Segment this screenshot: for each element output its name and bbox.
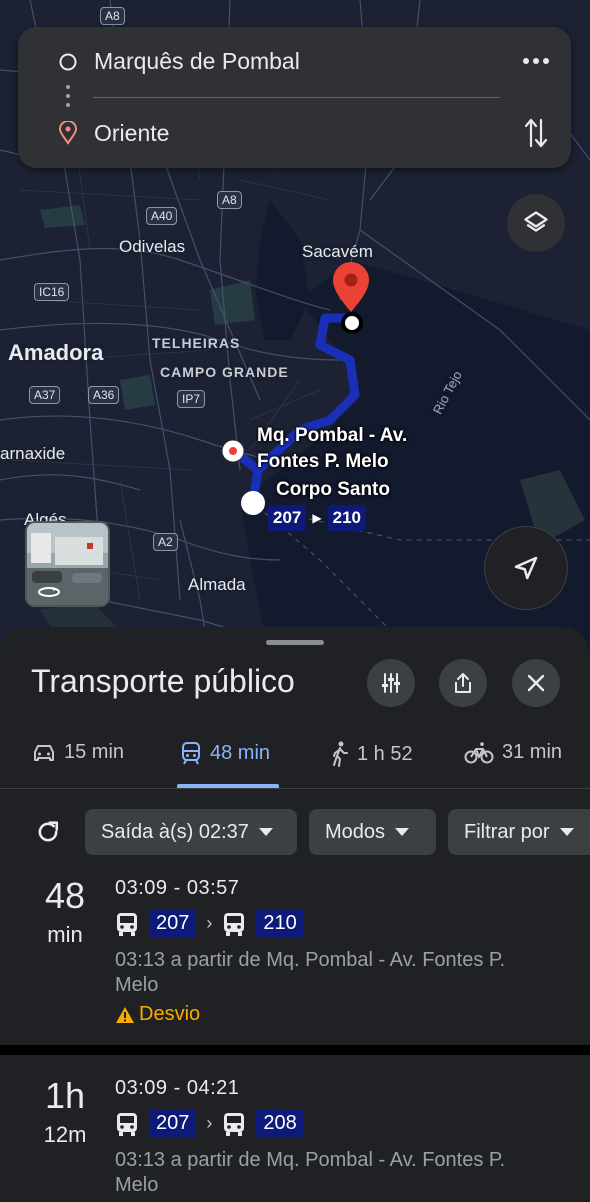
place-label: CAMPO GRANDE	[160, 364, 289, 380]
tab-transit[interactable]: 48 min	[180, 741, 270, 765]
navigation-arrow-icon	[514, 556, 538, 580]
sheet-title: Transporte público	[31, 663, 295, 699]
layers-button[interactable]	[507, 194, 565, 252]
road-shield-a36: A36	[88, 386, 120, 404]
bus-icon	[224, 912, 245, 936]
route-legs: 207 › 208	[115, 1109, 304, 1138]
drag-handle[interactable]	[266, 640, 324, 645]
caret-down-icon	[395, 828, 410, 836]
field-divider	[93, 97, 500, 98]
departure-time-chip[interactable]: Saída à(s) 02:37	[85, 809, 297, 855]
more-options-icon[interactable]	[522, 57, 550, 65]
directions-search-card: Marquês de Pombal Oriente	[18, 27, 571, 168]
start-navigation-button[interactable]	[484, 526, 568, 610]
warning-icon	[116, 1006, 134, 1023]
place-label: Almada	[188, 575, 246, 594]
departure-detail: 03:13 a partir de Mq. Pombal - Av. Fonte…	[115, 949, 506, 996]
bus-route-badge: 208	[256, 1109, 304, 1138]
route-chip: 207 ▶ 210	[268, 505, 366, 531]
layers-icon	[524, 211, 548, 232]
route-number: 210	[327, 505, 366, 531]
tab-label: 31 min	[502, 741, 563, 763]
bus-route-badge: 210	[256, 909, 304, 938]
refresh-icon[interactable]	[34, 818, 62, 846]
road-shield-ic16: IC16	[34, 283, 70, 301]
bus-icon	[224, 1112, 245, 1136]
road-shield-a8: A8	[100, 7, 125, 25]
duration-value: 48	[44, 875, 86, 916]
bottom-sheet: Transporte público 15 min 48 min 1 h 52 …	[0, 627, 590, 1202]
route-legs: 207 › 210	[115, 909, 304, 938]
route-option[interactable]: 48 min 03:09 - 03:57 207 › 210 03:13 a p…	[0, 867, 590, 1045]
tab-label: 15 min	[64, 741, 125, 763]
triangle-right-icon: ▶	[312, 511, 322, 525]
road-shield-a37: A37	[29, 386, 61, 404]
share-icon	[455, 673, 471, 693]
share-button[interactable]	[439, 659, 487, 707]
chevron-right-icon: ›	[206, 1113, 213, 1133]
walk-icon	[333, 741, 348, 767]
bus-icon	[117, 912, 137, 936]
modes-chip[interactable]: Modos	[309, 809, 436, 855]
duration-unit: min	[47, 922, 83, 947]
tune-icon	[382, 673, 400, 693]
tab-driving[interactable]: 15 min	[32, 741, 124, 764]
start-stop-line2: Fontes P. Melo	[257, 451, 389, 472]
origin-circle-icon	[59, 53, 77, 71]
destination-pin-icon	[58, 121, 78, 145]
place-label: Sacavém	[302, 242, 373, 261]
swap-icon[interactable]	[523, 116, 549, 150]
destination-input[interactable]: Oriente	[94, 120, 169, 147]
duration-unit: 12m	[43, 1122, 87, 1147]
time-range: 03:09 - 03:57	[115, 877, 240, 899]
divider	[0, 788, 590, 789]
caret-down-icon	[258, 828, 273, 836]
bus-route-badge: 207	[149, 1109, 197, 1138]
route-number: 207	[268, 505, 307, 531]
options-button[interactable]	[367, 659, 415, 707]
start-stop-line1: Mq. Pombal - Av.	[257, 425, 408, 446]
place-label: arnaxide	[0, 444, 66, 463]
result-separator	[0, 1045, 590, 1055]
warning-label: Desvio	[139, 1003, 201, 1025]
bike-icon	[464, 741, 494, 763]
start-stop-label[interactable]: Mq. Pombal - Av. Fontes P. Melo	[257, 423, 407, 475]
filter-chip[interactable]: Filtrar por	[448, 809, 590, 855]
dots-vertical-icon	[66, 85, 70, 107]
caret-down-icon	[559, 828, 574, 836]
tab-label: 1 h 52	[357, 742, 413, 765]
bus-icon	[117, 1112, 137, 1136]
route-option[interactable]: 1h 12m 03:09 - 04:21 207 › 208 03:13 a p…	[0, 1067, 590, 1202]
rotate-360-icon	[38, 587, 60, 597]
chip-label: Saída à(s) 02:37	[101, 820, 249, 843]
chevron-right-icon: ›	[206, 913, 213, 933]
detour-warning: Desvio	[115, 1003, 200, 1026]
chip-label: Modos	[325, 820, 386, 843]
place-label: Odivelas	[119, 237, 186, 256]
road-shield-a40: A40	[146, 207, 178, 225]
road-shield-a2: A2	[153, 533, 178, 551]
origin-input[interactable]: Marquês de Pombal	[94, 48, 300, 75]
road-shield-a8: A8	[217, 191, 242, 209]
train-icon	[182, 742, 200, 765]
map-view[interactable]: A8 A40 A8 IC16 A37 A36 IP7 A2 Odivelas S…	[0, 0, 590, 660]
bus-route-badge: 207	[149, 909, 197, 938]
car-icon	[34, 744, 54, 761]
place-label: TELHEIRAS	[152, 335, 241, 351]
street-view-thumbnail[interactable]	[25, 521, 110, 607]
time-range: 03:09 - 04:21	[115, 1077, 240, 1099]
road-shield-ip7: IP7	[177, 390, 206, 408]
duration-value: 1h	[44, 1075, 86, 1116]
departure-detail: 03:13 a partir de Mq. Pombal - Av. Fonte…	[115, 1149, 506, 1196]
place-label: Amadora	[8, 340, 104, 365]
tab-label: 48 min	[210, 741, 271, 764]
close-icon	[527, 674, 545, 692]
tab-cycling[interactable]: 31 min	[464, 741, 562, 764]
chip-label: Filtrar por	[464, 820, 550, 843]
transfer-stop-label[interactable]: Corpo Santo	[276, 477, 390, 503]
tab-walking[interactable]: 1 h 52	[331, 741, 413, 767]
close-button[interactable]	[512, 659, 560, 707]
